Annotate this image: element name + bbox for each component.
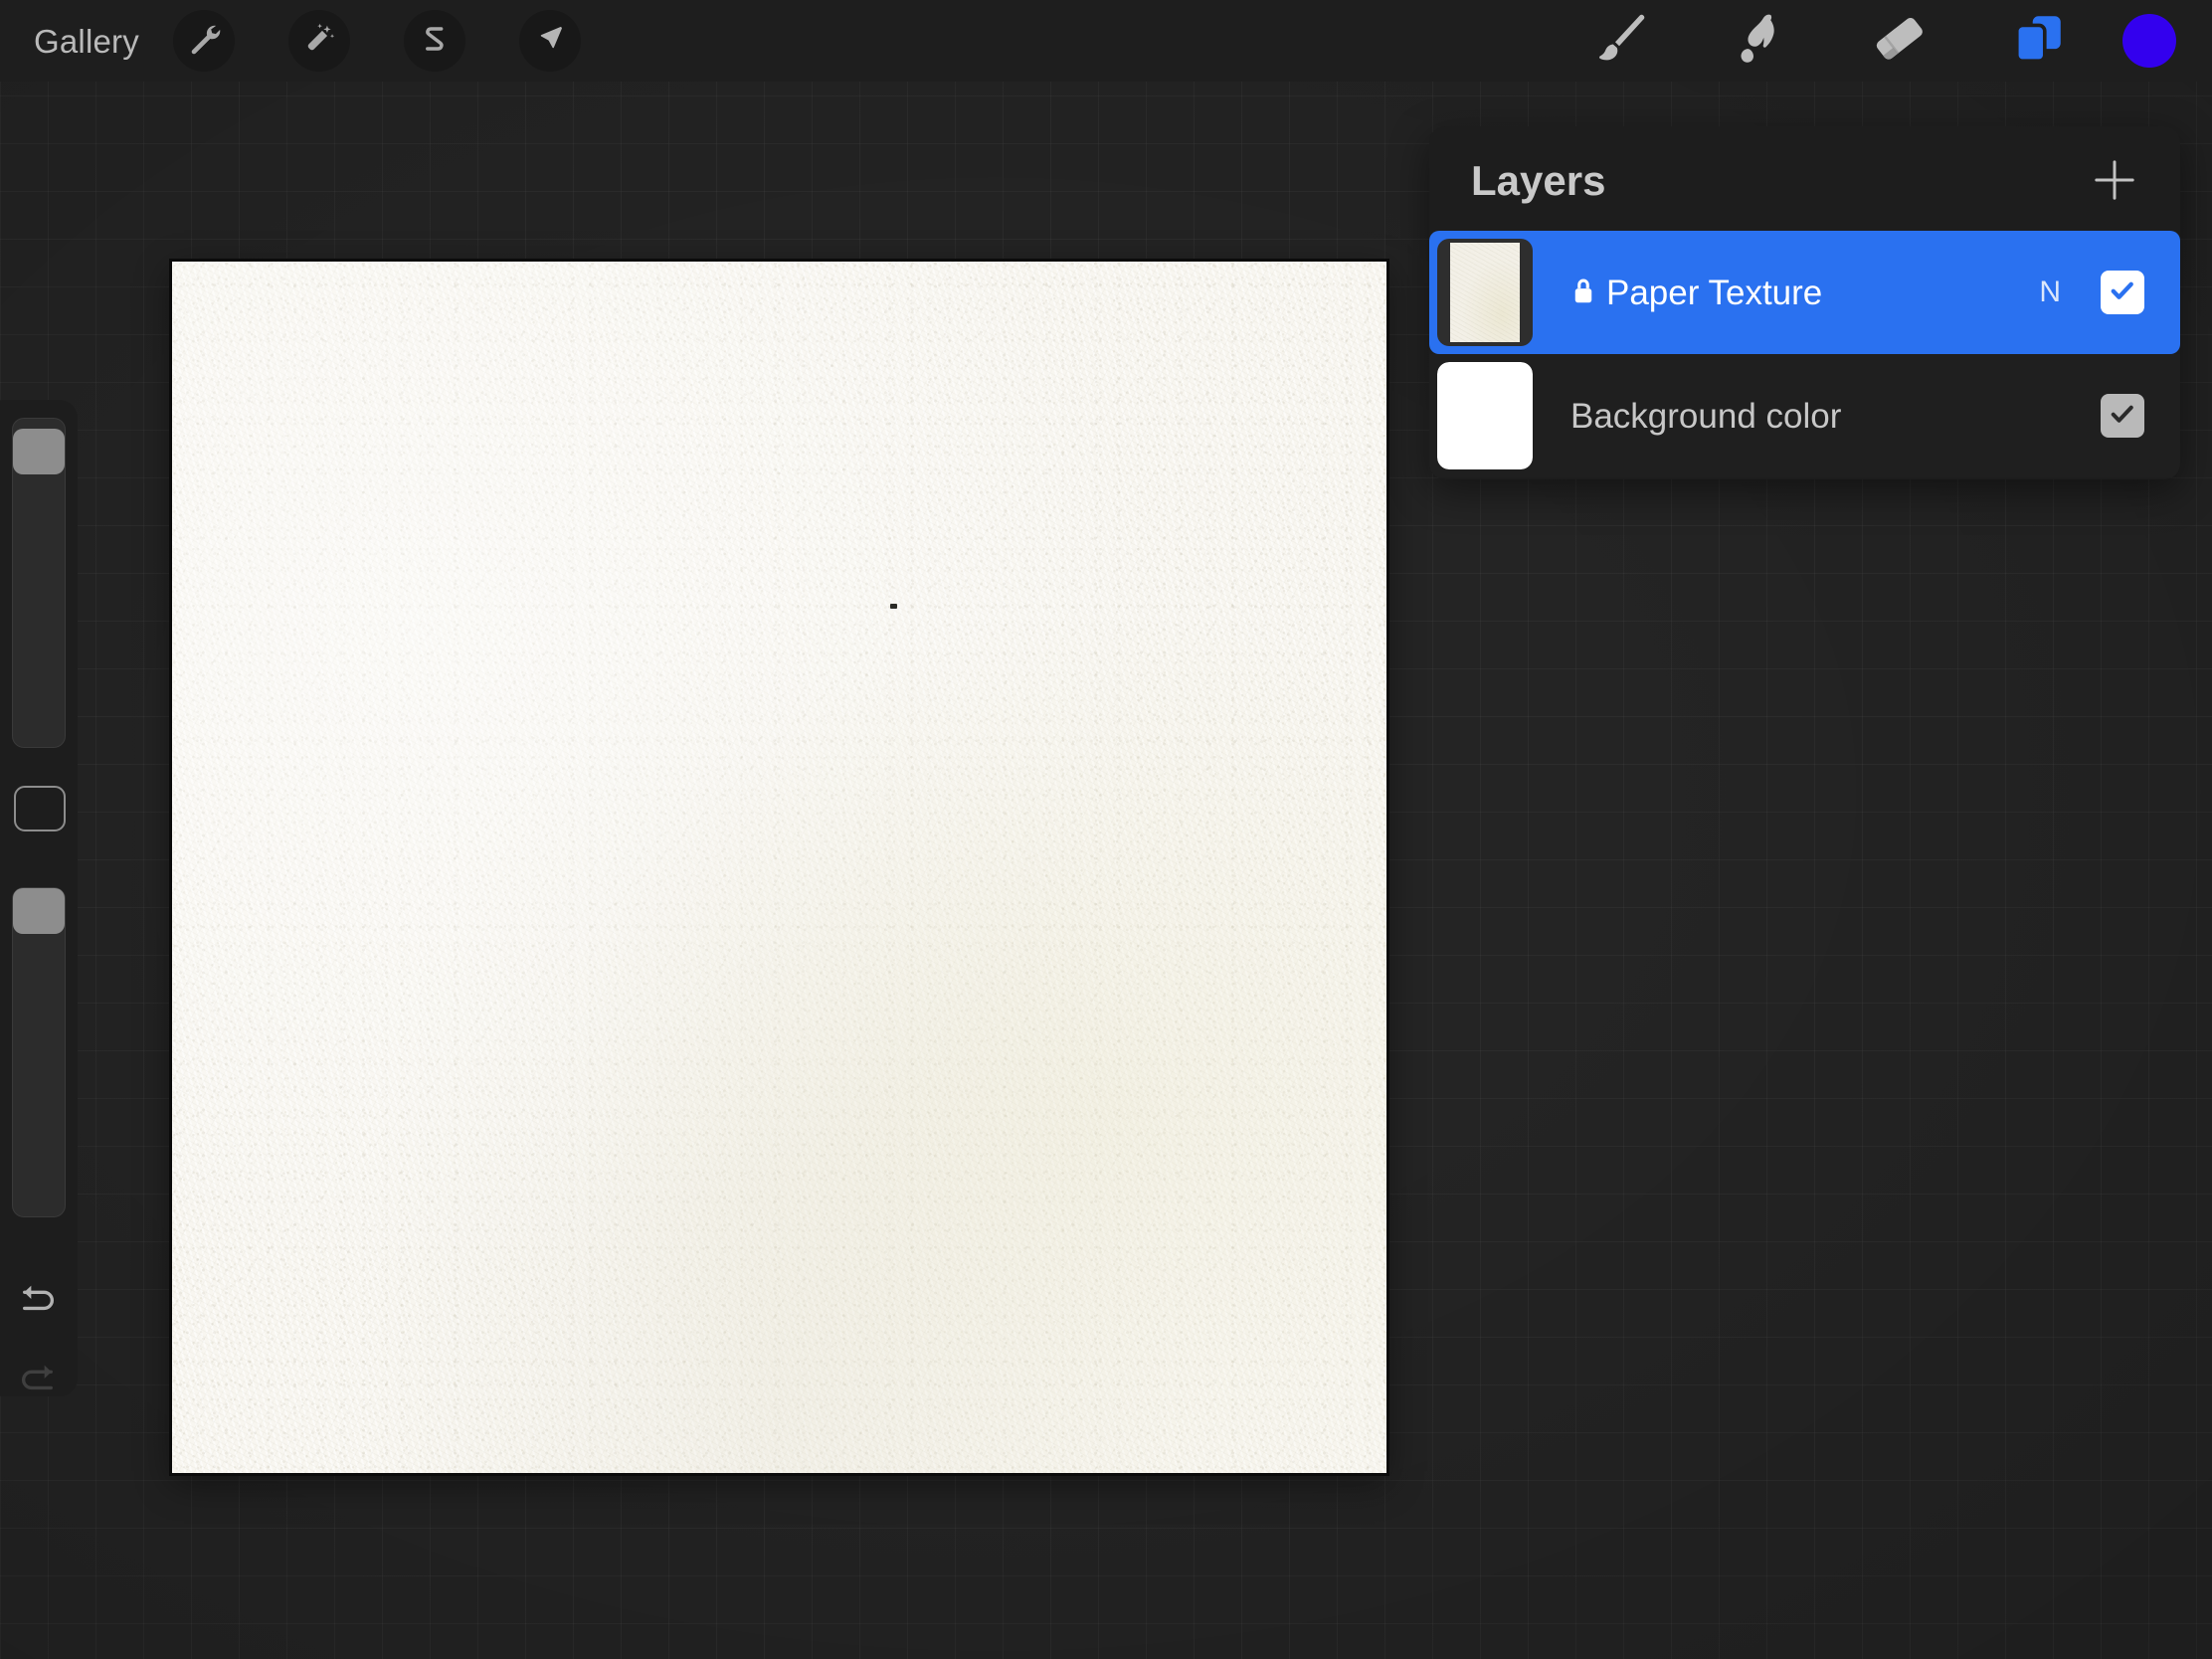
modify-square-button[interactable] [14,786,66,831]
gallery-button[interactable]: Gallery [34,25,139,58]
canvas-stray-mark [890,604,897,609]
brush-size-handle[interactable] [13,429,65,474]
left-sidebar [0,400,78,1396]
opacity-handle[interactable] [13,888,65,934]
layers-panel-title: Layers [1471,157,1606,204]
layer-row[interactable]: Paper Texture N [1429,231,2180,354]
toolbar-left-group: Gallery [0,0,635,82]
layer-name-wrap: Background color [1570,399,2101,434]
actions-wrench-button[interactable] [172,10,235,72]
transform-arrow-icon [534,23,566,60]
paper-texture-surface [172,262,1386,1473]
selection-button[interactable] [403,10,465,72]
layers-panel-header: Layers [1429,126,2180,231]
layer-thumbnail-image [1437,362,1533,469]
selection-s-icon [419,23,451,60]
layer-thumbnail-image [1450,243,1520,342]
layer-thumbnail[interactable] [1437,239,1533,346]
paint-brush-icon [1591,9,1651,74]
procreate-app: Gallery Layers Paper Texture N Backgroun… [0,0,2212,1659]
plus-icon [2089,160,2140,210]
layers-panel: Layers Paper Texture N Background color [1429,126,2180,479]
layer-name-label: Background color [1570,396,1842,436]
drawing-canvas[interactable] [172,262,1386,1473]
eraser-button[interactable] [1854,5,1945,77]
layer-row[interactable]: Background color [1429,354,2180,477]
opacity-slider[interactable] [12,887,66,1217]
transform-button[interactable] [518,10,581,72]
lock-icon [1570,277,1596,307]
checkmark-icon [2108,399,2137,434]
smudge-button[interactable] [1715,5,1806,77]
paint-brush-button[interactable] [1575,5,1667,77]
layer-name-label: Paper Texture [1606,273,1823,312]
layer-visibility-checkbox[interactable] [2101,394,2144,438]
redo-arrow-icon [15,1359,61,1405]
layer-visibility-checkbox[interactable] [2101,271,2144,314]
redo-button[interactable] [0,1347,76,1416]
layer-name-wrap: Paper Texture [1570,276,2039,310]
layers-icon [2010,10,2068,73]
layer-thumbnail[interactable] [1437,362,1533,469]
layer-blend-mode[interactable]: N [2039,276,2061,309]
top-toolbar: Gallery [0,0,2212,82]
smudge-icon [1731,9,1790,74]
adjustments-wand-icon [302,22,336,61]
undo-arrow-icon [15,1279,61,1326]
toolbar-right-group [1575,0,2212,82]
undo-button[interactable] [0,1267,76,1337]
checkmark-icon [2108,276,2137,310]
actions-wrench-icon [187,22,221,61]
layers-button[interactable] [1993,5,2085,77]
eraser-icon [1870,9,1930,74]
adjustments-button[interactable] [287,10,350,72]
color-swatch-button[interactable] [2122,14,2176,68]
brush-size-slider[interactable] [12,418,66,748]
add-layer-button[interactable] [2089,154,2140,206]
